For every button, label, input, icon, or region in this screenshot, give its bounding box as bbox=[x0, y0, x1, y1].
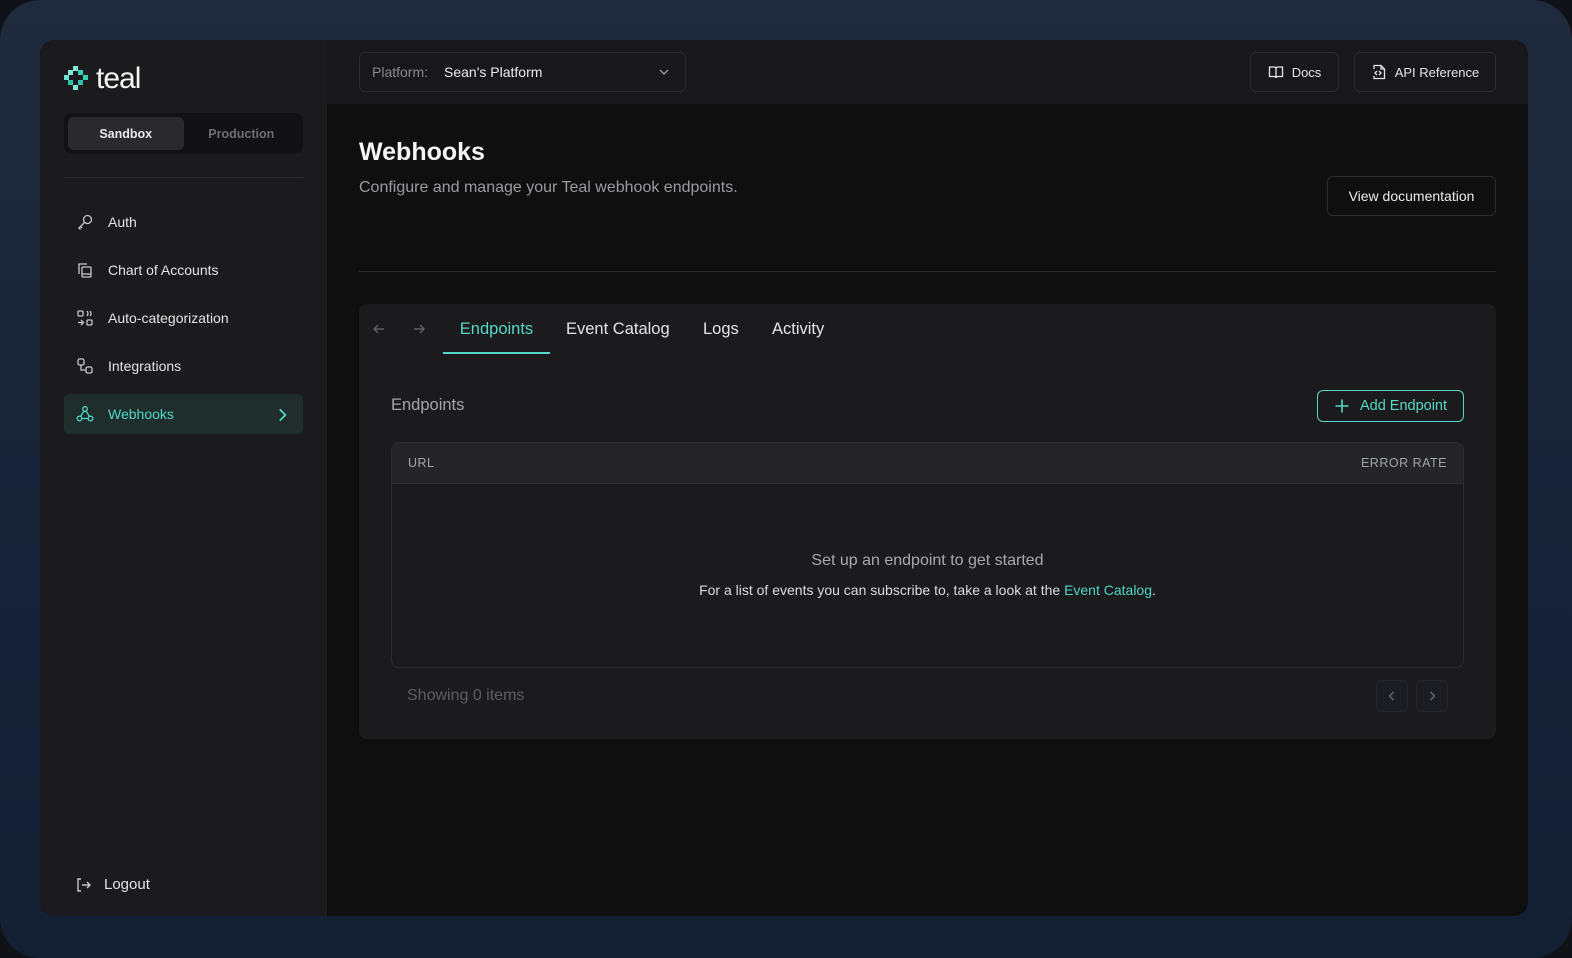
sidebar-item-label: Auto-categorization bbox=[108, 310, 229, 326]
sidebar-item-webhooks[interactable]: Webhooks bbox=[64, 394, 303, 434]
logout-icon bbox=[77, 877, 91, 892]
webhook-icon bbox=[76, 406, 94, 422]
tab-event-catalog[interactable]: Event Catalog bbox=[566, 304, 670, 354]
environment-toggle: Sandbox Production bbox=[64, 113, 303, 154]
column-header-url[interactable]: URL bbox=[408, 456, 435, 470]
event-catalog-link[interactable]: Event Catalog bbox=[1064, 582, 1152, 598]
add-endpoint-button[interactable]: Add Endpoint bbox=[1317, 390, 1464, 422]
logout-label: Logout bbox=[104, 876, 150, 893]
next-page-button[interactable] bbox=[1416, 680, 1448, 712]
plus-icon bbox=[1335, 399, 1349, 413]
integrations-icon bbox=[77, 358, 93, 374]
sidebar-item-auto-categorization[interactable]: Auto-categorization bbox=[64, 298, 303, 338]
header-divider bbox=[359, 271, 1496, 272]
logo[interactable]: teal bbox=[64, 62, 141, 96]
env-production-button[interactable]: Production bbox=[184, 117, 300, 150]
file-code-icon bbox=[1373, 64, 1385, 80]
book-icon bbox=[1268, 66, 1283, 79]
platform-select[interactable]: Platform: Sean's Platform bbox=[359, 52, 686, 92]
page-title: Webhooks bbox=[359, 138, 485, 166]
tab-bar: Endpoints Event Catalog Logs Activity bbox=[359, 304, 1496, 354]
column-header-error-rate[interactable]: ERROR RATE bbox=[1361, 456, 1447, 470]
copy-icon bbox=[78, 263, 92, 278]
empty-state-suffix: . bbox=[1152, 582, 1156, 598]
platform-value: Sean's Platform bbox=[444, 64, 543, 80]
logo-text: teal bbox=[96, 62, 141, 95]
app-window: teal Sandbox Production Auth Chart of Ac… bbox=[40, 40, 1528, 916]
auto-categorize-icon bbox=[77, 310, 93, 326]
platform-label: Platform: bbox=[372, 64, 429, 80]
key-icon bbox=[78, 214, 93, 230]
main-content: Webhooks Configure and manage your Teal … bbox=[327, 104, 1528, 916]
sidebar-item-chart-of-accounts[interactable]: Chart of Accounts bbox=[64, 250, 303, 290]
sidebar: teal Sandbox Production Auth Chart of Ac… bbox=[40, 40, 327, 916]
empty-state-text: For a list of events you can subscribe t… bbox=[699, 582, 1065, 598]
page-subtitle: Configure and manage your Teal webhook e… bbox=[359, 179, 738, 196]
webhooks-card: Endpoints Event Catalog Logs Activity En… bbox=[359, 304, 1496, 739]
sidebar-item-label: Chart of Accounts bbox=[108, 262, 219, 278]
view-documentation-button[interactable]: View documentation bbox=[1327, 176, 1496, 216]
sidebar-item-auth[interactable]: Auth bbox=[64, 202, 303, 242]
teal-logo-icon bbox=[64, 66, 88, 90]
chevron-down-icon bbox=[659, 69, 669, 75]
sidebar-item-label: Auth bbox=[108, 214, 137, 230]
empty-state-title: Set up an endpoint to get started bbox=[811, 552, 1044, 569]
chevron-left-icon bbox=[1388, 691, 1394, 701]
sidebar-item-label: Integrations bbox=[108, 358, 182, 374]
env-sandbox-button[interactable]: Sandbox bbox=[68, 117, 184, 150]
docs-button[interactable]: Docs bbox=[1250, 52, 1339, 92]
arrow-right-icon[interactable] bbox=[411, 321, 427, 337]
top-bar: Platform: Sean's Platform Docs API Refer… bbox=[327, 40, 1528, 104]
empty-state-description: For a list of events you can subscribe t… bbox=[392, 582, 1463, 598]
tab-activity[interactable]: Activity bbox=[772, 304, 824, 354]
docs-label: Docs bbox=[1291, 64, 1322, 80]
add-endpoint-label: Add Endpoint bbox=[1359, 398, 1448, 414]
endpoints-section-title: Endpoints bbox=[391, 396, 465, 414]
tab-endpoints[interactable]: Endpoints bbox=[443, 304, 550, 354]
chevron-right-icon bbox=[1430, 691, 1436, 701]
api-reference-label: API Reference bbox=[1394, 64, 1480, 80]
sidebar-item-label: Webhooks bbox=[108, 406, 174, 422]
logout-button[interactable]: Logout bbox=[76, 876, 150, 893]
sidebar-nav: Auth Chart of Accounts Auto-categorizati… bbox=[64, 202, 303, 442]
arrow-left-icon[interactable] bbox=[371, 321, 387, 337]
endpoints-table: URL ERROR RATE Set up an endpoint to get… bbox=[391, 442, 1464, 668]
tab-logs[interactable]: Logs bbox=[703, 304, 739, 354]
sidebar-item-integrations[interactable]: Integrations bbox=[64, 346, 303, 386]
table-header: URL ERROR RATE bbox=[392, 443, 1463, 484]
previous-page-button[interactable] bbox=[1376, 680, 1408, 712]
empty-state: Set up an endpoint to get started For a … bbox=[392, 484, 1463, 598]
item-count: Showing 0 items bbox=[407, 687, 525, 704]
sidebar-divider bbox=[64, 177, 303, 178]
api-reference-button[interactable]: API Reference bbox=[1354, 52, 1496, 92]
chevron-right-icon bbox=[279, 408, 287, 422]
